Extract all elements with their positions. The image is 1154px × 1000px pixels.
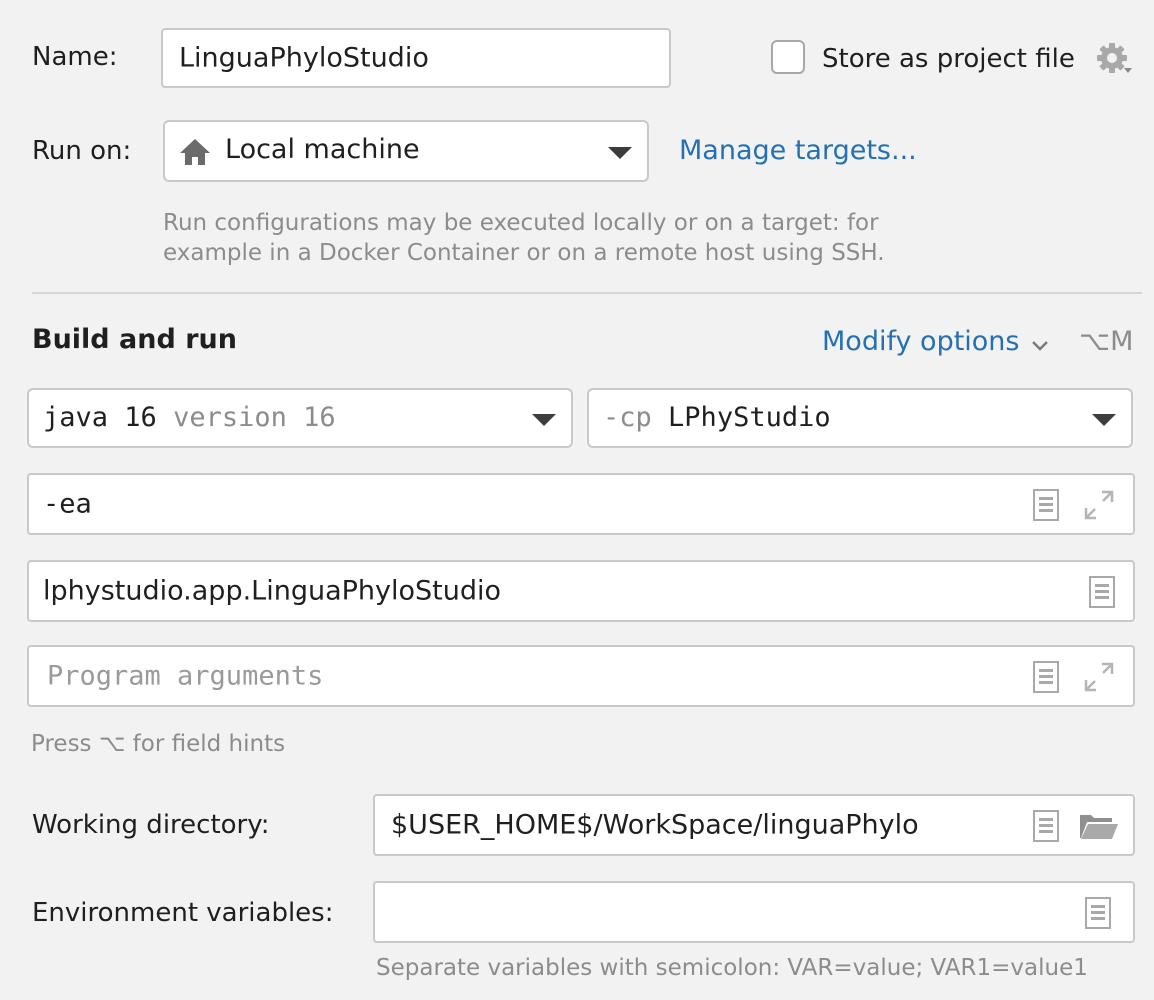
document-icon[interactable] xyxy=(1033,810,1059,846)
chevron-down-icon xyxy=(532,414,556,426)
gear-icon[interactable] xyxy=(1096,42,1132,78)
build-and-run-heading: Build and run xyxy=(32,324,237,355)
run-on-label: Run on: xyxy=(32,136,132,166)
jdk-version: version 16 xyxy=(173,402,336,433)
chevron-down-icon xyxy=(1092,414,1116,426)
document-icon[interactable] xyxy=(1033,489,1059,525)
name-label: Name: xyxy=(32,42,118,72)
program-arguments-placeholder: Program arguments xyxy=(47,660,324,692)
run-on-hint-line-1: Run configurations may be executed local… xyxy=(163,210,879,236)
chevron-down-icon xyxy=(1031,340,1048,351)
home-icon xyxy=(179,138,211,170)
modify-options-shortcut: ⌥M xyxy=(1079,326,1134,357)
name-input[interactable]: LinguaPhyloStudio xyxy=(161,28,671,88)
run-on-hint-line-2: example in a Docker Container or on a re… xyxy=(163,240,885,266)
chevron-down-icon xyxy=(608,147,632,159)
store-project-file-checkbox[interactable] xyxy=(771,40,805,74)
run-on-select[interactable]: Local machine xyxy=(163,120,649,182)
jdk-name: java 16 xyxy=(43,402,157,433)
classpath-module: LPhyStudio xyxy=(668,402,831,433)
field-hints-text: Press ⌥ for field hints xyxy=(31,731,286,757)
vm-options-input[interactable]: -ea xyxy=(27,473,1135,535)
classpath-flag: -cp xyxy=(603,402,652,433)
environment-variables-input[interactable] xyxy=(373,881,1135,943)
working-directory-label: Working directory: xyxy=(32,810,270,840)
jdk-select[interactable]: java 16 version 16 xyxy=(27,388,573,448)
main-class-input[interactable]: lphystudio.app.LinguaPhyloStudio xyxy=(27,560,1135,622)
vm-options-value: -ea xyxy=(43,488,92,520)
section-divider xyxy=(32,292,1142,294)
expand-icon[interactable] xyxy=(1083,661,1115,697)
store-project-file-label: Store as project file xyxy=(822,44,1075,74)
document-icon[interactable] xyxy=(1085,897,1111,933)
expand-icon[interactable] xyxy=(1083,489,1115,525)
modify-options-button[interactable]: Modify options xyxy=(822,326,1049,357)
run-on-value: Local machine xyxy=(225,134,420,165)
name-input-value: LinguaPhyloStudio xyxy=(179,42,429,74)
manage-targets-link[interactable]: Manage targets... xyxy=(679,135,917,166)
working-directory-value: $USER_HOME$/WorkSpace/linguaPhylo xyxy=(391,809,919,841)
classpath-select[interactable]: -cp LPhyStudio xyxy=(587,388,1133,448)
folder-open-icon[interactable] xyxy=(1079,812,1119,844)
document-icon[interactable] xyxy=(1033,661,1059,697)
document-icon[interactable] xyxy=(1089,576,1115,612)
working-directory-input[interactable]: $USER_HOME$/WorkSpace/linguaPhylo xyxy=(373,794,1135,856)
program-arguments-input[interactable]: Program arguments xyxy=(27,645,1135,707)
modify-options-label: Modify options xyxy=(822,326,1020,357)
main-class-value: lphystudio.app.LinguaPhyloStudio xyxy=(43,575,502,607)
environment-variables-hint: Separate variables with semicolon: VAR=v… xyxy=(376,955,1088,981)
environment-variables-label: Environment variables: xyxy=(32,898,334,928)
